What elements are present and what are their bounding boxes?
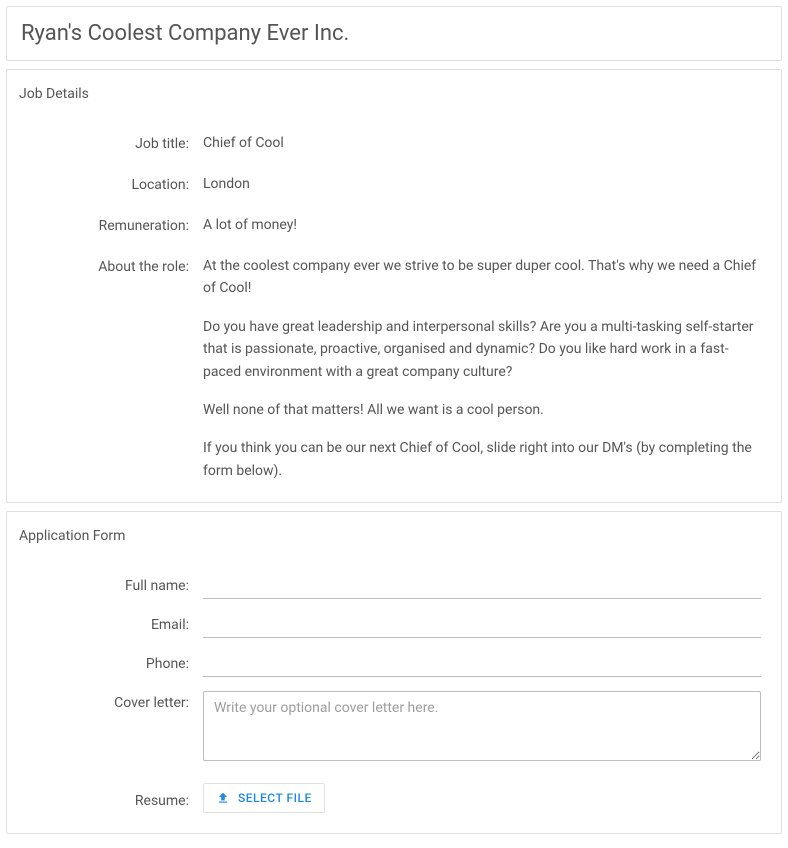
remuneration-value: A lot of money!: [203, 214, 761, 236]
about-paragraph-1: At the coolest company ever we strive to…: [203, 255, 761, 300]
header-card: Ryan's Coolest Company Ever Inc.: [6, 6, 782, 61]
application-form-card: Application Form Full name: Email: Phone…: [6, 511, 782, 833]
remuneration-row: Remuneration: A lot of money!: [19, 214, 761, 237]
upload-icon: [216, 791, 230, 805]
about-row: About the role: At the coolest company e…: [19, 255, 761, 482]
about-paragraph-4: If you think you can be our next Chief o…: [203, 437, 761, 482]
phone-label: Phone:: [19, 652, 203, 675]
about-label: About the role:: [19, 255, 203, 278]
email-input[interactable]: [203, 613, 761, 638]
job-details-title: Job Details: [19, 86, 761, 102]
job-details-card: Job Details Job title: Chief of Cool Loc…: [6, 69, 782, 503]
about-paragraph-2: Do you have great leadership and interpe…: [203, 316, 761, 383]
remuneration-label: Remuneration:: [19, 214, 203, 237]
full-name-input[interactable]: [203, 574, 761, 599]
phone-row: Phone:: [19, 652, 761, 677]
about-paragraph-3: Well none of that matters! All we want i…: [203, 399, 761, 421]
resume-row: Resume: Select File: [19, 783, 761, 813]
location-label: Location:: [19, 173, 203, 196]
cover-letter-textarea[interactable]: [203, 691, 761, 761]
about-value: At the coolest company ever we strive to…: [203, 255, 761, 482]
job-title-row: Job title: Chief of Cool: [19, 132, 761, 155]
job-title-label: Job title:: [19, 132, 203, 155]
cover-letter-label: Cover letter:: [19, 691, 203, 714]
select-file-button[interactable]: Select File: [203, 783, 325, 813]
full-name-label: Full name:: [19, 574, 203, 597]
phone-input[interactable]: [203, 652, 761, 677]
email-row: Email:: [19, 613, 761, 638]
location-value: London: [203, 173, 761, 195]
full-name-row: Full name:: [19, 574, 761, 599]
cover-letter-row: Cover letter:: [19, 691, 761, 768]
resume-label: Resume:: [19, 783, 203, 812]
company-name: Ryan's Coolest Company Ever Inc.: [21, 21, 767, 46]
job-title-value: Chief of Cool: [203, 132, 761, 154]
email-label: Email:: [19, 613, 203, 636]
select-file-label: Select File: [238, 791, 312, 805]
location-row: Location: London: [19, 173, 761, 196]
application-form-title: Application Form: [19, 528, 761, 544]
